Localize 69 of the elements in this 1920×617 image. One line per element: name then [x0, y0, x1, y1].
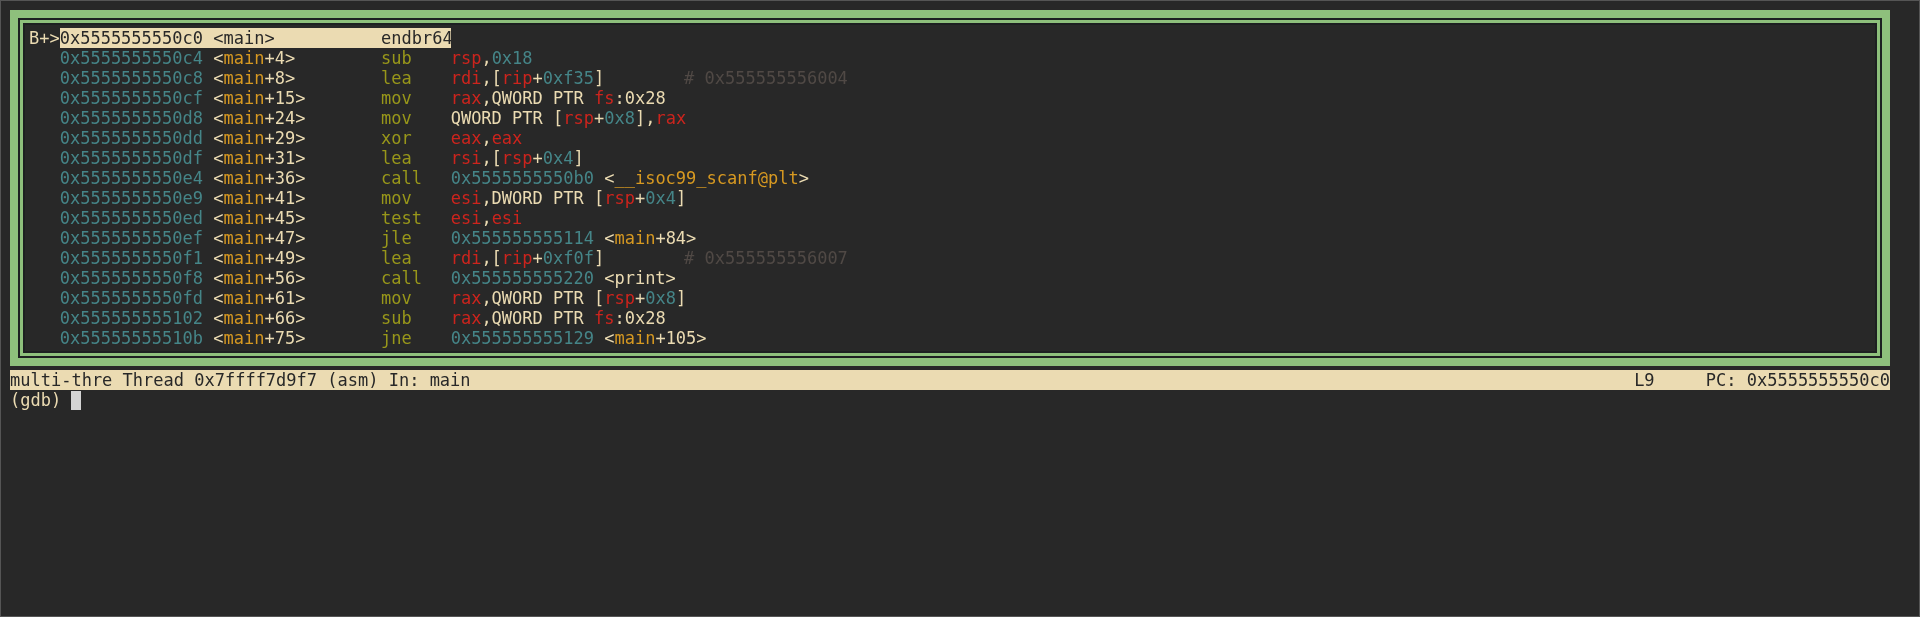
mnemonic-cell-text: mov [381, 108, 413, 128]
symbol-cell-text: <main+36> [213, 168, 307, 188]
mnemonic-cell-text: sub [381, 48, 413, 68]
operand-cell: rax,QWORD PTR [rsp+0x8] [450, 288, 687, 308]
address-cell-text: 0x5555555550cf [59, 88, 204, 108]
symbol-cell-text: <main+24> [213, 108, 307, 128]
symbol-cell-text: <main+31> [213, 148, 307, 168]
address-cell-text: 0x5555555550e9 [59, 188, 204, 208]
operand-cell: 0x5555555550b0 <__isoc99_scanf@plt> [450, 168, 809, 188]
mnemonic-cell-text: test [381, 208, 423, 228]
gdb-prompt: (gdb) [10, 390, 62, 410]
symbol-cell-text: <main+61> [213, 288, 307, 308]
mnemonic-cell-text: call [381, 268, 423, 288]
operand-cell: rdi,[rip+0xf35] [450, 68, 605, 88]
address-cell-text: 0x5555555550c8 [59, 68, 204, 88]
address-cell-text: 0x5555555550e4 [59, 168, 204, 188]
symbol-cell-text: <main+4> [213, 48, 297, 68]
symbol-cell-text: <main+66> [213, 308, 307, 328]
operand-cell: rax,QWORD PTR fs:0x28 [450, 88, 666, 108]
mnemonic-cell: endbr64 [381, 28, 451, 48]
text-cursor [71, 390, 82, 410]
mnemonic-cell-text: lea [381, 68, 413, 88]
operand-cell: 0x555555555220 <print> [450, 268, 676, 288]
breakpoint-marker: B+> [29, 28, 60, 48]
address-cell-text: 0x5555555550fd [59, 288, 204, 308]
address-cell-text: 0x5555555550d8 [59, 108, 204, 128]
operand-cell: esi,esi [450, 208, 523, 228]
mnemonic-cell-text: lea [381, 248, 413, 268]
mnemonic-cell-text: sub [381, 308, 413, 328]
symbol-cell-text: <main+15> [213, 88, 307, 108]
symbol-cell-text: <main+47> [213, 228, 307, 248]
mnemonic-cell-text: mov [381, 88, 413, 108]
mnemonic-cell-text: lea [381, 148, 413, 168]
address-cell-text: 0x5555555550c4 [59, 48, 204, 68]
mnemonic-cell-text: jle [381, 228, 413, 248]
operand-cell: QWORD PTR [rsp+0x8],rax [450, 108, 687, 128]
mnemonic-cell-text: call [381, 168, 423, 188]
address-cell-text: 0x5555555550dd [59, 128, 204, 148]
symbol-cell-text: <main+56> [213, 268, 307, 288]
symbol-cell-text: <main+41> [213, 188, 307, 208]
address-cell-text: 0x555555555102 [59, 308, 204, 328]
operand-cell: rsi,[rsp+0x4] [450, 148, 584, 168]
address-cell-text: 0x5555555550f1 [59, 248, 204, 268]
operand-cell: rdi,[rip+0xf0f] [450, 248, 605, 268]
operand-cell: eax,eax [450, 128, 523, 148]
operand-cell: 0x555555555129 <main+105> [450, 328, 707, 348]
operand-cell: 0x555555555114 <main+84> [450, 228, 697, 248]
symbol-cell-text: <main+45> [213, 208, 307, 228]
mnemonic-cell-text: xor [381, 128, 413, 148]
operand-cell: rsp,0x18 [450, 48, 533, 68]
mnemonic-cell-text: mov [381, 288, 413, 308]
address-cell-text: 0x5555555550ef [59, 228, 204, 248]
address-cell-text: 0x5555555550f8 [59, 268, 204, 288]
line-number: L9 [1634, 370, 1656, 390]
status-text: multi-thre Thread 0x7ffff7d9f7 (asm) In: main [10, 370, 472, 390]
symbol-cell-text: <main+75> [213, 328, 307, 348]
symbol-cell-text: <main> [213, 28, 276, 48]
mnemonic-cell-text: mov [381, 188, 413, 208]
pc-address: PC: 0x5555555550c0 [1705, 370, 1890, 390]
symbol-cell-text: <main+8> [213, 68, 297, 88]
operand-cell: rax,QWORD PTR fs:0x28 [450, 308, 666, 328]
address-cell-text: 0x5555555550df [59, 148, 204, 168]
address-cell-text: 0x5555555550ed [59, 208, 204, 228]
symbol-cell-text: <main+49> [213, 248, 307, 268]
address-cell-text: 0x5555555550c0 [59, 28, 204, 48]
symbol-cell-text: <main+29> [213, 128, 307, 148]
operand-cell: esi,DWORD PTR [rsp+0x4] [450, 188, 687, 208]
mnemonic-cell-text: jne [381, 328, 413, 348]
address-cell-text: 0x55555555510b [59, 328, 204, 348]
